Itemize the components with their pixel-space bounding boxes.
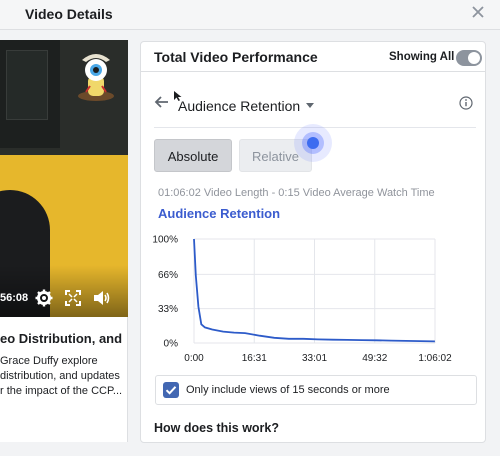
- video-scene-board: [0, 40, 60, 148]
- video-timestamp: 56:08: [0, 292, 29, 304]
- info-icon[interactable]: [459, 96, 473, 110]
- video-player[interactable]: 56:08: [0, 40, 128, 317]
- include-views-label: Only include views of 15 seconds or more: [186, 384, 390, 396]
- y-tick-label: 66%: [158, 270, 178, 281]
- mouse-cursor-icon: [174, 88, 182, 101]
- y-tick-label: 100%: [152, 235, 178, 246]
- close-icon[interactable]: [472, 5, 488, 21]
- chevron-down-icon[interactable]: [306, 103, 314, 108]
- settings-gear-icon[interactable]: [35, 289, 53, 307]
- x-tick-label: 0:00: [184, 353, 204, 364]
- showing-all-toggle[interactable]: [456, 50, 482, 66]
- showing-all-label: Showing All: [389, 51, 455, 63]
- video-title: eo Distribution, and: [0, 331, 123, 346]
- x-tick-label: 16:31: [242, 353, 267, 364]
- chart-svg: 100% 66% 33% 0% 0:00 16:31 33:01 49:32 1:06:02: [152, 235, 452, 365]
- metric-dropdown[interactable]: Audience Retention: [178, 98, 300, 114]
- video-length-summary: 01:06:02 Video Length - 0:15 Video Avera…: [158, 187, 435, 199]
- y-tick-label: 33%: [158, 304, 178, 315]
- dialog-header: Video Details: [0, 0, 500, 30]
- fullscreen-icon[interactable]: [64, 289, 82, 307]
- min-views-filter[interactable]: Only include views of 15 seconds or more: [155, 375, 477, 405]
- x-tick-label: 49:32: [362, 353, 387, 364]
- include-views-checkbox[interactable]: [163, 382, 179, 398]
- chart-heading: Audience Retention: [158, 206, 281, 221]
- absolute-button[interactable]: Absolute: [154, 139, 232, 172]
- video-performance-card: Total Video Performance Showing All Audi…: [140, 41, 486, 443]
- touch-indicator: [294, 124, 332, 162]
- dialog-title: Video Details: [25, 6, 113, 22]
- channel-mascot-logo: [74, 46, 118, 102]
- video-panel: 56:08 eo Distribution, and Grace Duffy e…: [0, 40, 128, 442]
- back-arrow-icon[interactable]: [154, 94, 170, 110]
- card-header: Total Video Performance Showing All: [141, 42, 485, 72]
- x-tick-label: 33:01: [302, 353, 327, 364]
- how-does-this-work-link[interactable]: How does this work?: [154, 421, 279, 435]
- video-description: Grace Duffy explore distribution, and up…: [0, 355, 123, 397]
- card-title: Total Video Performance: [154, 49, 318, 65]
- x-tick-label: 1:06:02: [418, 353, 452, 364]
- volume-icon[interactable]: [93, 289, 111, 307]
- y-tick-label: 0%: [164, 339, 179, 350]
- audience-retention-chart: 100% 66% 33% 0% 0:00 16:31 33:01 49:32 1:06:02: [146, 229, 476, 374]
